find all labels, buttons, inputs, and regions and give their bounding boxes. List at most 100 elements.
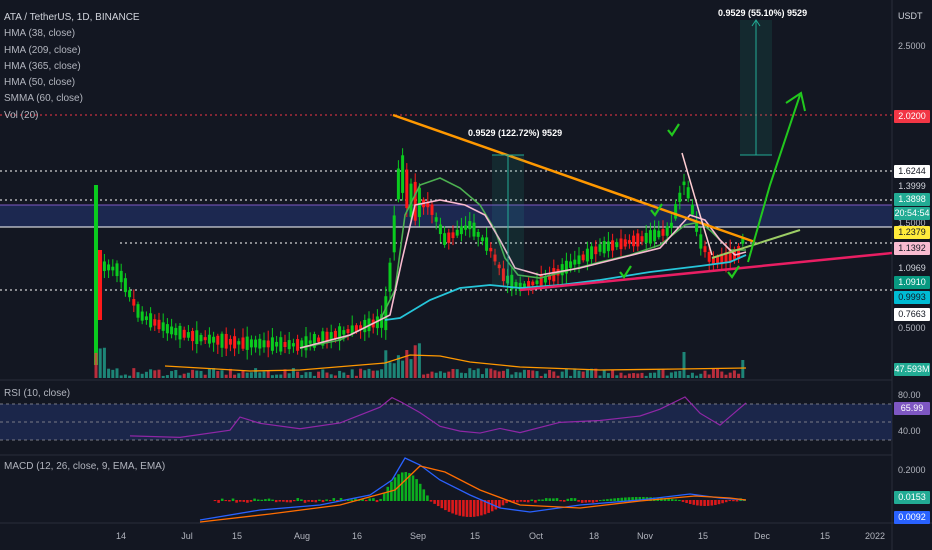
macd-pane-label[interactable]: MACD (12, 26, close, 9, EMA, EMA) (4, 461, 165, 472)
indicator-hma38[interactable]: HMA (38, close) (4, 26, 140, 42)
volume-bar (648, 372, 652, 378)
candle-body (392, 215, 396, 253)
volume-bar (363, 370, 367, 378)
indicator-volume[interactable]: Vol (20) (4, 108, 140, 124)
volume-bar (161, 375, 165, 378)
candle-body (543, 277, 547, 283)
volume-bar (128, 375, 132, 378)
macd-histogram-bar (717, 500, 721, 505)
macd-histogram-bar (318, 499, 321, 501)
candle-body (560, 264, 564, 276)
volume-bar (132, 368, 136, 378)
indicator-hma50[interactable]: HMA (50, close) (4, 75, 140, 91)
symbol-title[interactable]: ATA / TetherUS, 1D, BINANCE (4, 10, 140, 26)
macd-histogram-bar (235, 500, 238, 503)
candle-body (535, 280, 539, 285)
time-tick: 15 (231, 531, 243, 541)
macd-histogram-bar (602, 499, 606, 501)
volume-bar (623, 375, 627, 378)
macd-histogram-bar (472, 500, 476, 517)
macd-histogram-bar (382, 492, 386, 501)
time-tick: Jul (181, 531, 193, 541)
candle-body (602, 241, 606, 254)
time-tick: Oct (528, 531, 544, 541)
volume-bar (426, 373, 430, 378)
volume-bar (191, 369, 195, 378)
candle-body (573, 259, 577, 265)
volume-ma-line (164, 354, 747, 372)
macd-histogram-bar (368, 498, 372, 501)
candle-body (262, 340, 266, 348)
volume-bar (380, 369, 384, 378)
candle-body (149, 313, 153, 328)
macd-histogram-bar (418, 483, 422, 501)
volume-bar (728, 372, 732, 378)
candle-body (254, 339, 258, 348)
currency-button[interactable]: USDT (898, 11, 923, 21)
candle-body (686, 187, 690, 199)
volume-bar (102, 347, 106, 378)
macd-histogram-bar (580, 500, 584, 503)
macd-histogram-bar (213, 500, 217, 502)
macd-histogram-bar (220, 498, 224, 501)
macd-histogram-bar (606, 499, 609, 501)
volume-bar (686, 375, 690, 378)
candle-body (178, 325, 182, 340)
volume-bar (144, 371, 148, 378)
time-tick: 15 (469, 531, 481, 541)
candle-body (308, 340, 312, 344)
macd-histogram-bar (451, 500, 454, 514)
macd-histogram-bar (526, 500, 530, 503)
candle-body (212, 336, 216, 343)
candle-body (199, 334, 203, 342)
volume-bar (665, 375, 669, 378)
volume-bar (157, 369, 161, 378)
macd-histogram-bar (562, 500, 566, 502)
volume-bar (615, 375, 619, 378)
volume-bar (627, 373, 631, 378)
rsi-pane-label[interactable]: RSI (10, close) (4, 388, 70, 399)
candle-body (653, 229, 657, 242)
indicator-hma209[interactable]: HMA (209, close) (4, 43, 140, 59)
candle-body (241, 337, 245, 349)
candle-body (472, 222, 476, 237)
price-tick: 2.5000 (898, 41, 926, 51)
candle-body (342, 330, 346, 335)
volume-bar (560, 371, 564, 378)
macd-histogram-bar (454, 500, 458, 515)
indicator-smma60[interactable]: SMMA (60, close) (4, 91, 140, 107)
macd-histogram-bar (678, 499, 681, 501)
macd-histogram-bar (440, 500, 444, 509)
macd-histogram-bar (375, 500, 379, 503)
candle-body (283, 342, 287, 347)
time-tick: 16 (351, 531, 363, 541)
candle-body (384, 296, 388, 331)
volume-bar (266, 370, 270, 378)
volume-bar (598, 375, 602, 378)
candle-body (228, 338, 232, 345)
candle-body (249, 339, 253, 348)
volume-bar (346, 374, 350, 378)
volume-bar (556, 375, 560, 378)
macd-histogram-bar (350, 499, 354, 501)
price-tag: 1.6244 (894, 165, 930, 178)
macd-histogram-bar (494, 500, 498, 510)
candle-body (195, 330, 199, 344)
volume-bar (611, 370, 615, 378)
macd-histogram-bar (591, 500, 595, 503)
candle-body (569, 261, 573, 268)
indicator-hma365[interactable]: HMA (365, close) (4, 59, 140, 75)
macd-histogram-bar (256, 499, 260, 501)
candle-body (476, 232, 480, 237)
macd-tick: 0.2000 (898, 465, 926, 475)
price-tag: 1.3999 (894, 180, 930, 193)
candle-body (165, 324, 169, 334)
volume-bar (661, 369, 665, 378)
volume-bar (98, 348, 102, 378)
volume-bar (321, 369, 325, 378)
volume-bar (564, 368, 568, 378)
volume-bar (417, 343, 421, 378)
volume-bar (501, 370, 505, 378)
volume-bar (342, 372, 346, 378)
macd-histogram-bar (692, 500, 696, 505)
